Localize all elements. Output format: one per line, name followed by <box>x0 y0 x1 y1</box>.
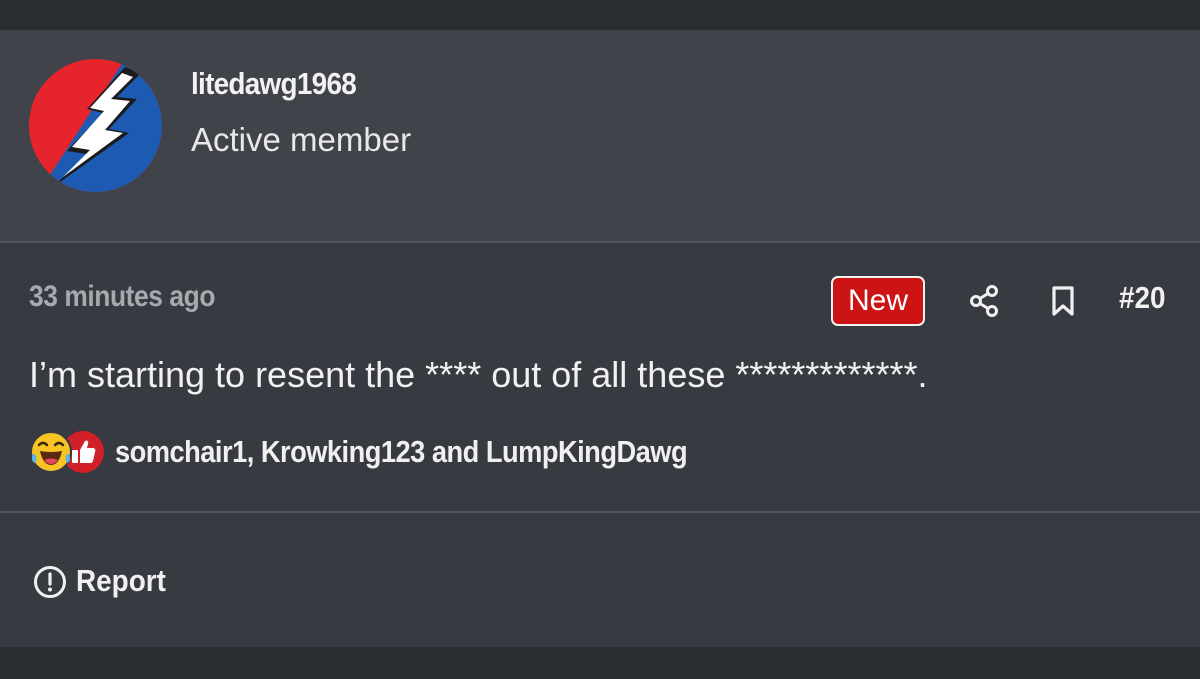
post-body: I’m starting to resent the **** out of a… <box>29 354 928 395</box>
reaction-users[interactable]: somchair1, Krowking123 and LumpKingDawg <box>115 434 688 470</box>
top-gap <box>0 0 1200 30</box>
share-icon <box>970 285 998 317</box>
new-badge: New <box>831 276 925 326</box>
avatar[interactable] <box>29 59 162 192</box>
bookmark-icon <box>1052 286 1074 316</box>
post-timestamp[interactable]: 33 minutes ago <box>29 280 215 314</box>
share-button[interactable] <box>966 283 1002 319</box>
user-header: litedawg1968 Active member <box>0 30 1200 241</box>
divider <box>0 511 1200 513</box>
username[interactable]: litedawg1968 <box>191 66 357 102</box>
lightning-bolt-avatar-icon <box>29 59 162 192</box>
user-title: Active member <box>191 121 412 158</box>
laughing-emoji-icon <box>30 431 72 473</box>
report-label: Report <box>76 563 166 598</box>
divider <box>0 241 1200 243</box>
bookmark-button[interactable] <box>1048 284 1078 318</box>
alert-circle-icon <box>34 566 66 598</box>
post-card: litedawg1968 Active member 33 minutes ag… <box>0 30 1200 647</box>
bottom-gap <box>0 647 1200 679</box>
post-number-link[interactable]: #20 <box>1119 280 1166 316</box>
